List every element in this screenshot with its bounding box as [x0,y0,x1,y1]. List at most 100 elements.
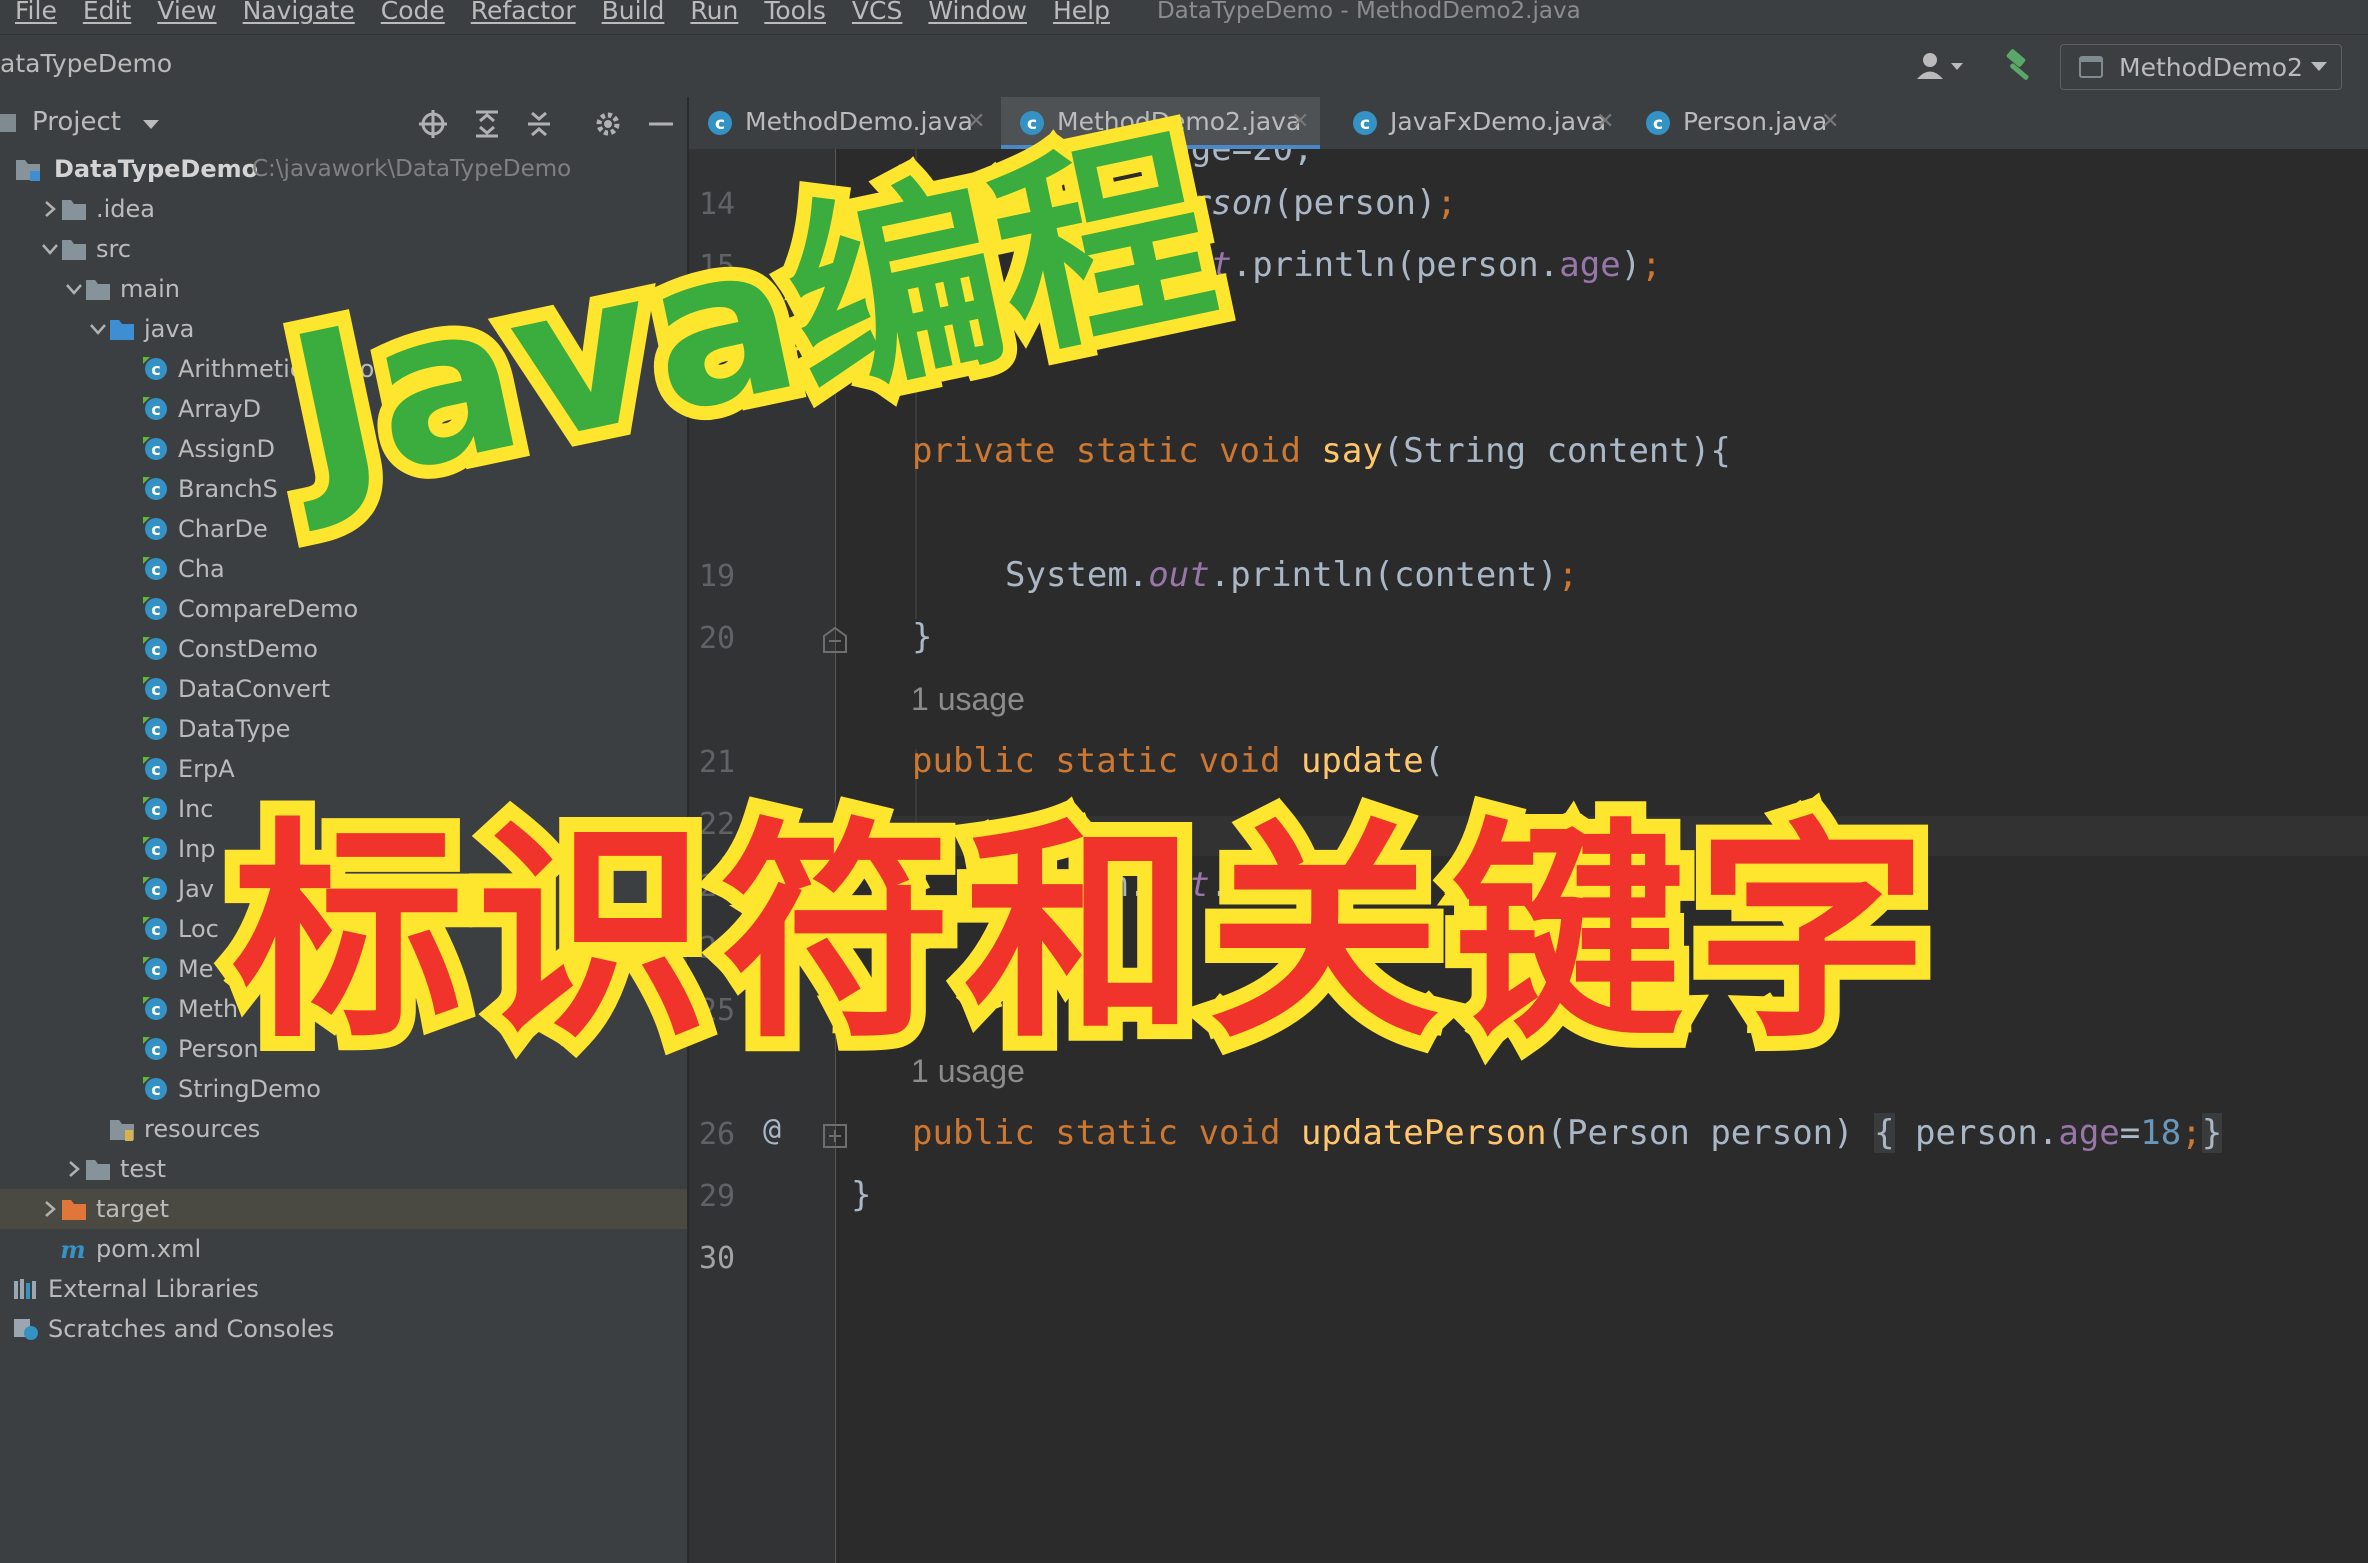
svg-text:c: c [151,720,160,739]
menu-vcs[interactable]: VCS [852,0,902,23]
menu-navigate[interactable]: Navigate [243,0,355,23]
tree-item-label: Inp [178,835,216,863]
tab-label: JavaFxDemo.java [1390,107,1607,136]
svg-text:c: c [151,520,160,539]
chevron-right-icon[interactable] [40,199,60,219]
java-class-icon: c [143,917,167,940]
code-line-20: } [912,617,933,657]
resources-folder-icon [110,1120,134,1141]
tree-item[interactable]: target [0,1189,687,1229]
maven-icon: m [60,1236,85,1262]
chevron-right-icon[interactable] [40,1199,60,1219]
source-folder-icon [110,320,134,340]
java-class-icon: c [143,997,167,1020]
excluded-folder-icon [62,1200,86,1220]
svg-text:c: c [151,920,160,939]
tree-item[interactable]: test [0,1149,687,1189]
java-class-icon: c [143,597,167,620]
tree-item-label: DataConvert [178,675,331,703]
user-dropdown-icon[interactable] [1915,51,1971,81]
svg-text:c: c [151,680,160,699]
chevron-down-icon[interactable] [64,279,84,299]
tree-item-label: Loc [178,915,219,943]
tree-item-label: Inc [178,795,214,823]
expand-all-icon[interactable] [472,109,502,139]
tree-item[interactable]: c DataType [0,709,687,749]
svg-text:c: c [151,960,160,979]
svg-text:c: c [151,480,160,499]
java-class-icon: c [143,877,167,900]
chevron-down-icon[interactable] [40,239,60,259]
breadcrumb-project[interactable]: ataTypeDemo [0,49,172,78]
java-class-icon: c [143,717,167,740]
gear-icon[interactable] [593,109,623,139]
hide-panel-icon[interactable] [646,109,676,139]
fold-expand-icon[interactable] [823,1124,847,1148]
tree-item[interactable]: c Cha [0,549,687,589]
tree-item[interactable]: c CompareDemo [0,589,687,629]
menu-code[interactable]: Code [381,0,445,23]
menu-help[interactable]: Help [1053,0,1110,23]
close-icon[interactable]: ✕ [1821,109,1839,134]
tree-item-label: Meth [178,995,239,1023]
tree-item[interactable]: Scratches and Consoles [0,1309,687,1349]
run-configuration-selector[interactable]: MethodDemo2 [2060,44,2342,90]
tree-item[interactable]: c ConstDemo [0,629,687,669]
java-class-icon: c [143,1037,167,1060]
locate-file-icon[interactable] [418,109,448,139]
collapse-all-icon[interactable] [524,109,554,139]
implementation-at-icon[interactable]: @ [763,1113,781,1148]
tree-item[interactable]: resources [0,1109,687,1149]
tab-javafxdemo[interactable]: c JavaFxDemo.java ✕ [1334,97,1624,149]
chevron-down-icon[interactable] [88,319,108,339]
close-icon[interactable]: ✕ [1596,109,1614,134]
folder-icon [62,240,86,260]
project-view-icon [0,114,16,132]
menu-window[interactable]: Window [928,0,1027,23]
fold-end-icon[interactable] [822,626,848,654]
menu-file[interactable]: File [15,0,57,23]
close-icon[interactable]: ✕ [1291,109,1309,134]
svg-text:c: c [151,1000,160,1019]
svg-text:c: c [151,360,160,379]
run-config-label: MethodDemo2 [2119,53,2303,82]
menu-view[interactable]: View [157,0,216,23]
svg-text:c: c [151,760,160,779]
tree-item[interactable]: m pom.xml [0,1229,687,1269]
tree-item-label: Cha [178,555,225,583]
tree-item-label: java [144,315,195,343]
usage-hint[interactable]: 1 usage [911,681,1025,718]
tab-person[interactable]: c Person.java ✕ [1627,97,1877,149]
tree-item-label: pom.xml [96,1235,202,1263]
svg-text:c: c [151,880,160,899]
svg-text:c: c [151,840,160,859]
build-hammer-icon[interactable] [2004,49,2038,83]
java-class-icon: c [143,437,167,460]
tab-label: Person.java [1683,107,1828,136]
tree-item-label: BranchS [178,475,278,503]
java-class-icon: c [143,1077,167,1100]
tree-item-label: Me [178,955,214,983]
tree-item-label: External Libraries [48,1275,259,1303]
tree-item-label: .idea [96,195,156,223]
menu-edit[interactable]: Edit [83,0,131,23]
tree-item-label: ErpA [178,755,235,783]
chevron-right-icon[interactable] [64,1159,84,1179]
application-config-icon [2079,56,2103,78]
tree-item[interactable]: External Libraries [0,1269,687,1309]
menu-refactor[interactable]: Refactor [471,0,576,23]
menu-tools[interactable]: Tools [764,0,826,23]
project-view-label[interactable]: Project [32,107,121,137]
svg-text:c: c [151,400,160,419]
java-class-icon: c [143,517,167,540]
java-class-icon: c [143,677,167,700]
tree-item[interactable]: c DataConvert [0,669,687,709]
java-class-icon: c [1353,111,1377,135]
line-number: 20 [699,621,736,656]
chevron-down-icon[interactable] [143,120,159,129]
java-class-icon: c [143,477,167,500]
menu-build[interactable]: Build [602,0,665,23]
java-class-icon: c [708,111,732,135]
java-class-icon: c [143,837,167,860]
menu-run[interactable]: Run [690,0,738,23]
